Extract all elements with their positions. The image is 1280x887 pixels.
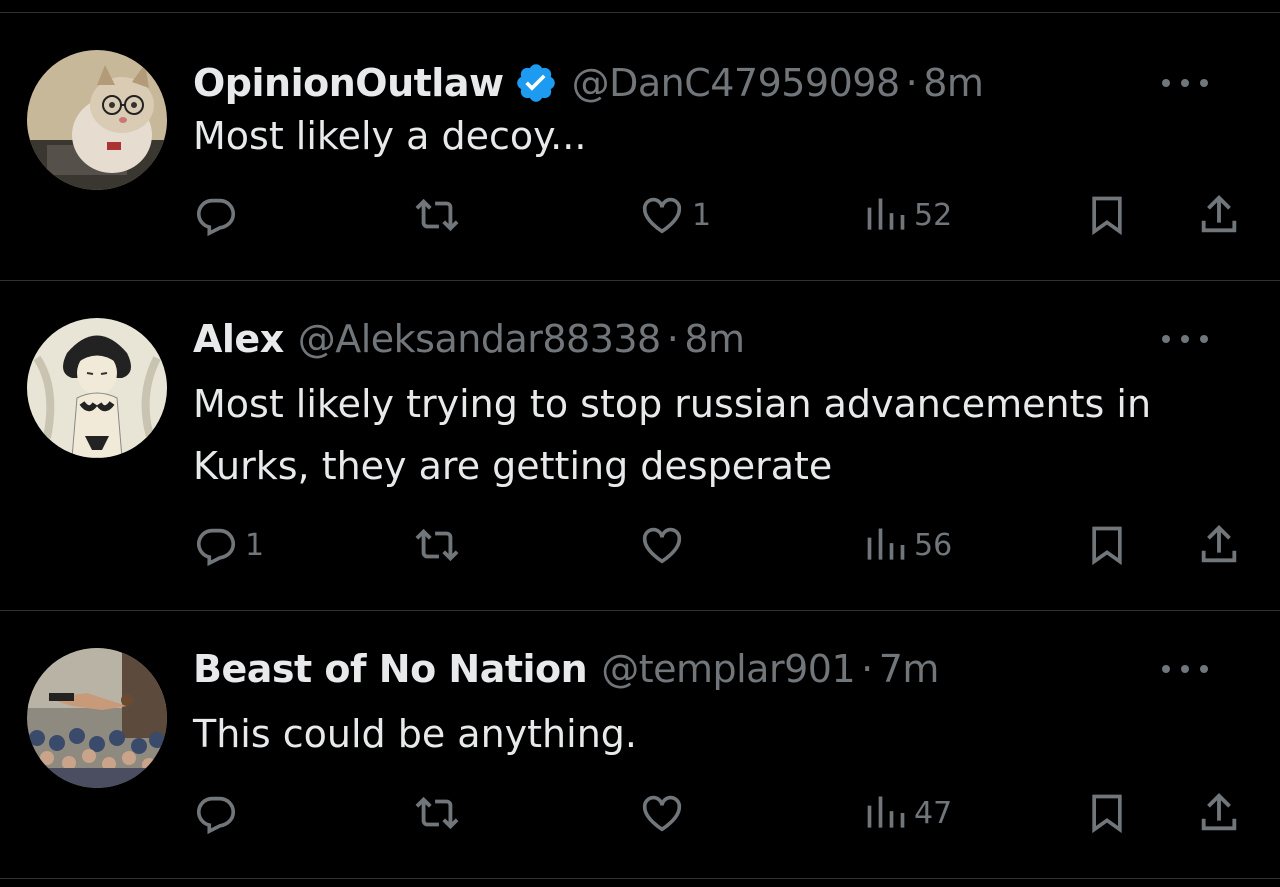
reply-icon	[196, 528, 236, 567]
tweet-text: This could be anything.	[193, 712, 637, 756]
bookmark-button[interactable]	[1085, 515, 1129, 575]
user-handle[interactable]: @templar901	[601, 647, 855, 691]
avatar[interactable]	[27, 318, 167, 458]
views-count: 56	[914, 527, 953, 563]
action-bar: 1 56	[0, 515, 1280, 575]
reply-icon	[196, 198, 236, 237]
cat-with-glasses-avatar	[27, 50, 167, 190]
views-icon	[867, 796, 905, 828]
tweet[interactable]: OpinionOutlaw @DanC47959098 · 8m Most li…	[0, 13, 1280, 281]
reply-count: 1	[245, 527, 265, 563]
tweet-text: Most likely a decoy...	[193, 114, 587, 158]
tweet[interactable]: Alex @Aleksandar88338 · 8m Most likely t…	[0, 281, 1280, 611]
anime-sketch-avatar	[27, 318, 167, 458]
more-icon[interactable]	[1162, 329, 1208, 349]
action-bar: 47	[0, 783, 1280, 843]
display-name[interactable]: Beast of No Nation	[193, 647, 588, 691]
more-icon[interactable]	[1162, 73, 1208, 93]
like-count: 1	[692, 197, 712, 233]
views-count: 47	[914, 795, 953, 831]
separator-dot: ·	[905, 61, 918, 105]
verified-badge-icon[interactable]	[514, 61, 558, 105]
retweet-button[interactable]	[412, 515, 468, 575]
tweet-header: OpinionOutlaw @DanC47959098 · 8m	[193, 58, 1240, 108]
share-icon	[1201, 195, 1237, 233]
like-icon	[642, 527, 682, 564]
timestamp[interactable]: 8m	[684, 317, 745, 361]
display-name[interactable]: Alex	[193, 317, 284, 361]
views-button[interactable]: 47	[864, 783, 952, 843]
share-icon	[1201, 525, 1237, 563]
user-handle[interactable]: @DanC47959098	[572, 61, 901, 105]
like-icon	[642, 197, 682, 234]
retweet-button[interactable]	[412, 783, 468, 843]
reply-button[interactable]	[193, 185, 245, 245]
views-count: 52	[914, 197, 953, 233]
bookmark-icon	[1092, 794, 1122, 834]
share-button[interactable]	[1196, 185, 1242, 245]
views-icon	[867, 528, 905, 560]
bookmark-button[interactable]	[1085, 185, 1129, 245]
bookmark-icon	[1092, 196, 1122, 236]
views-button[interactable]: 52	[864, 185, 952, 245]
retweet-button[interactable]	[412, 185, 468, 245]
like-button[interactable]	[638, 783, 692, 843]
like-button[interactable]	[638, 515, 692, 575]
retweet-icon	[415, 198, 459, 232]
views-icon	[867, 198, 905, 230]
separator-dot: ·	[861, 647, 873, 691]
tweet-header: Beast of No Nation @templar901 · 7m	[193, 644, 1240, 694]
bookmark-icon	[1092, 526, 1122, 566]
tweet-header: Alex @Aleksandar88338 · 8m	[193, 314, 1240, 364]
separator-dot: ·	[666, 317, 679, 361]
user-handle[interactable]: @Aleksandar88338	[298, 317, 662, 361]
retweet-icon	[415, 528, 459, 562]
reply-button[interactable]: 1	[193, 515, 264, 575]
like-icon	[642, 795, 682, 832]
tweet[interactable]: Beast of No Nation @templar901 · 7m This…	[0, 611, 1280, 879]
timestamp[interactable]: 7m	[879, 647, 940, 691]
views-button[interactable]: 56	[864, 515, 952, 575]
crowd-stage-dive-avatar	[27, 648, 167, 788]
like-button[interactable]: 1	[638, 185, 711, 245]
action-bar: 1 52	[0, 185, 1280, 245]
more-icon[interactable]	[1162, 659, 1208, 679]
timestamp[interactable]: 8m	[923, 61, 984, 105]
reply-button[interactable]	[193, 783, 245, 843]
bookmark-button[interactable]	[1085, 783, 1129, 843]
display-name[interactable]: OpinionOutlaw	[193, 61, 504, 105]
retweet-icon	[415, 796, 459, 830]
share-icon	[1201, 793, 1237, 831]
share-button[interactable]	[1196, 515, 1242, 575]
reply-icon	[196, 796, 236, 835]
avatar[interactable]	[27, 50, 167, 190]
tweet-text: Most likely trying to stop russian advan…	[193, 382, 1152, 488]
share-button[interactable]	[1196, 783, 1242, 843]
avatar[interactable]	[27, 648, 167, 788]
